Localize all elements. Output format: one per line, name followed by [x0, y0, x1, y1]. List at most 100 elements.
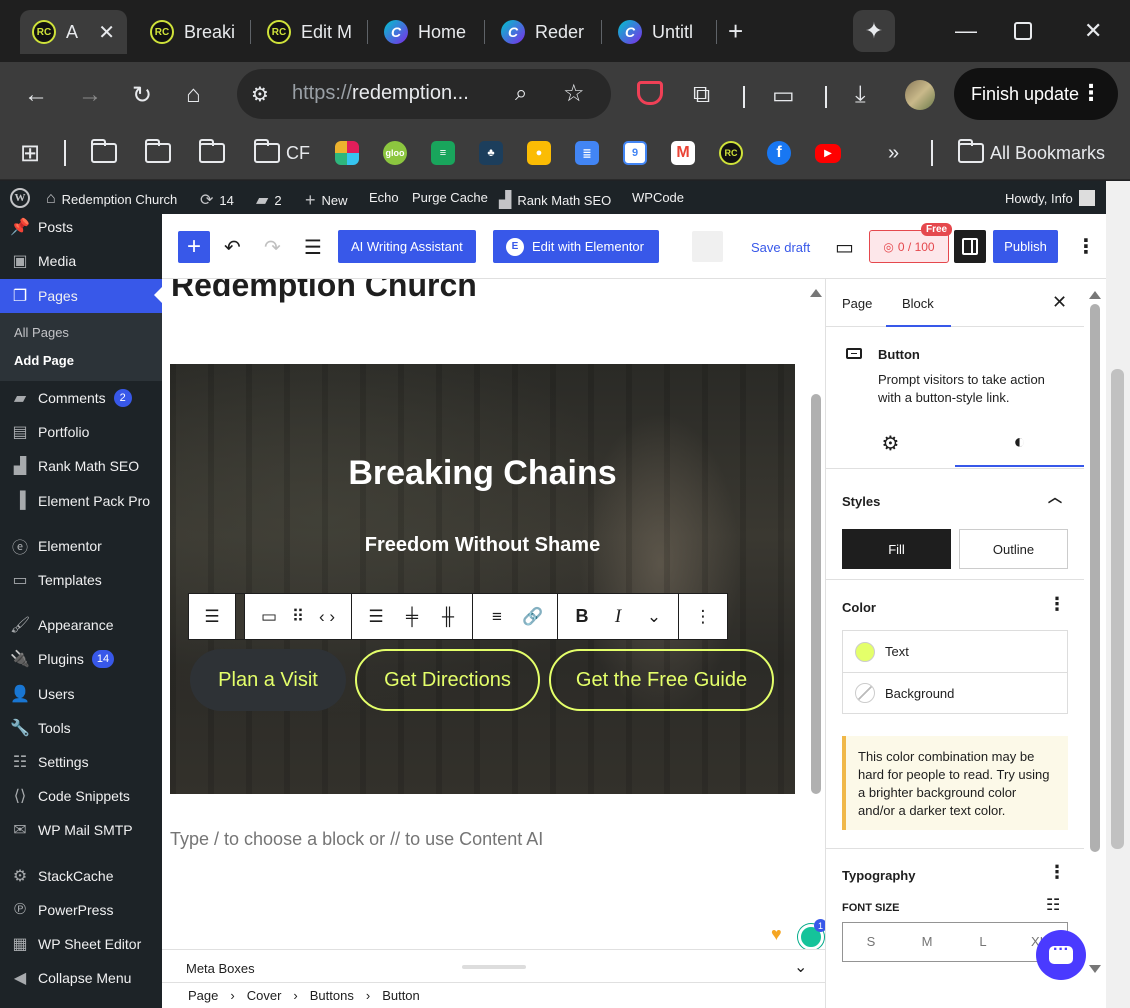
settings-gear-icon[interactable]: ⚙: [826, 431, 955, 456]
link-icon[interactable]: 🔗: [515, 594, 551, 639]
menu-stackcache[interactable]: ⚙ StackCache: [0, 860, 162, 892]
bookmark-folder[interactable]: [91, 138, 117, 168]
bold-icon[interactable]: B: [564, 594, 600, 639]
adminbar-purge-cache[interactable]: Purge Cache: [412, 190, 488, 205]
adminbar-updates[interactable]: ⟳ 14: [200, 190, 234, 210]
tab-block[interactable]: Block: [886, 296, 951, 327]
handshake-icon[interactable]: ♥: [771, 924, 782, 945]
chevron-up-icon[interactable]: ︿: [1048, 487, 1062, 507]
browser-tab[interactable]: C Home: [372, 10, 476, 54]
scroll-up-arrow-icon[interactable]: [810, 283, 822, 297]
resize-handle[interactable]: [462, 965, 526, 969]
download-icon[interactable]: ⤓: [855, 81, 866, 109]
bookmark-calendar[interactable]: 9: [623, 138, 647, 168]
redo-icon[interactable]: ↷: [264, 235, 281, 260]
edit-with-elementor-button[interactable]: E Edit with Elementor: [493, 230, 659, 263]
typography-options-kebab-icon[interactable]: ⋮: [1048, 862, 1066, 883]
submenu-add-page[interactable]: Add Page: [14, 353, 74, 368]
inspector-scrollbar[interactable]: [1084, 279, 1106, 1008]
drag-handle-icon[interactable]: ⠿: [287, 594, 309, 639]
bookmark-gloo[interactable]: gloo: [383, 138, 407, 168]
justify-center-icon[interactable]: ╪: [394, 594, 430, 639]
finish-update-button[interactable]: Finish update ⋮: [954, 68, 1118, 120]
adminbar-new[interactable]: + New: [305, 190, 348, 211]
more-bookmarks-chevron-icon[interactable]: »: [888, 138, 899, 168]
cover-heading[interactable]: Breaking Chains: [170, 454, 795, 493]
bookmark-tree[interactable]: ♣: [479, 138, 503, 168]
menu-posts[interactable]: 📌 Posts: [0, 211, 162, 243]
options-kebab-icon[interactable]: ⋮: [1076, 234, 1096, 259]
bookmark-youtube[interactable]: ▶: [815, 138, 841, 168]
page-title[interactable]: Redemption Church: [171, 279, 477, 304]
move-left-right-icon[interactable]: ‹ ›: [309, 594, 345, 639]
styles-title[interactable]: Styles: [842, 494, 880, 509]
chat-widget-button[interactable]: [1036, 930, 1086, 980]
page-scroll-thumb[interactable]: [1111, 369, 1124, 849]
scroll-down-arrow-icon[interactable]: [1089, 965, 1101, 979]
styles-half-circle-icon[interactable]: ◐: [955, 431, 1084, 467]
settings-sidebar-toggle[interactable]: [954, 230, 986, 263]
get-directions-button[interactable]: Get Directions: [355, 649, 540, 711]
italic-icon[interactable]: I: [600, 594, 636, 639]
pocket-icon[interactable]: [637, 81, 663, 105]
adminbar-site[interactable]: ⌂ Redemption Church: [46, 190, 177, 208]
menu-collapse[interactable]: ◀ Collapse Menu: [0, 962, 162, 994]
adminbar-echo[interactable]: Echo: [369, 190, 399, 205]
undo-icon[interactable]: ↶: [224, 235, 241, 260]
block-inserter-button[interactable]: +: [178, 231, 210, 263]
close-icon[interactable]: ✕: [1052, 292, 1067, 313]
custom-size-sliders-icon[interactable]: ☷: [1046, 895, 1060, 915]
publish-button[interactable]: Publish: [993, 230, 1058, 263]
menu-powerpress[interactable]: ℗ PowerPress: [0, 894, 162, 926]
canvas-scrollbar[interactable]: [808, 279, 825, 949]
font-size-l[interactable]: L: [955, 923, 1011, 961]
menu-tools[interactable]: 🔧 Tools: [0, 712, 162, 744]
menu-plugins[interactable]: 🔌 Plugins 14: [0, 643, 162, 675]
ai-writing-assistant-button[interactable]: AI Writing Assistant: [338, 230, 476, 263]
menu-comments[interactable]: ▰ Comments 2: [0, 382, 162, 414]
bookmark-folder-cf[interactable]: CF: [254, 138, 310, 168]
adminbar-howdy[interactable]: Howdy, Info: [1005, 190, 1095, 206]
reload-icon[interactable]: ↻: [132, 81, 152, 110]
browser-tab[interactable]: RC Breaki: [138, 10, 242, 54]
style-outline-button[interactable]: Outline: [959, 529, 1068, 569]
profile-avatar[interactable]: [905, 80, 935, 110]
font-size-s[interactable]: S: [843, 923, 899, 961]
breadcrumb-buttons[interactable]: Buttons: [310, 988, 354, 1003]
adminbar-comments[interactable]: ▰ 2: [256, 190, 282, 210]
menu-templates[interactable]: ▭ Templates: [0, 564, 162, 596]
block-appender-placeholder[interactable]: Type / to choose a block or // to use Co…: [170, 829, 543, 850]
menu-settings[interactable]: ☷ Settings: [0, 746, 162, 778]
menu-element-pack[interactable]: ▐ Element Pack Pro: [0, 485, 162, 517]
meta-boxes-panel[interactable]: Meta Boxes ⌄: [162, 949, 825, 982]
cover-subheading[interactable]: Freedom Without Shame: [170, 534, 795, 557]
menu-wp-mail-smtp[interactable]: ✉ WP Mail SMTP: [0, 814, 162, 846]
browser-tab[interactable]: C Untitl: [606, 10, 710, 54]
maximize-icon[interactable]: [1014, 22, 1032, 40]
page-scrollbar[interactable]: [1106, 181, 1130, 1008]
minimize-icon[interactable]: —: [955, 18, 977, 44]
menu-users[interactable]: 👤 Users: [0, 678, 162, 710]
menu-appearance[interactable]: 🖌 Appearance: [0, 609, 162, 641]
search-tabs-icon[interactable]: ▭: [772, 81, 795, 110]
forward-arrow-icon[interactable]: →: [78, 81, 102, 109]
scroll-up-arrow-icon[interactable]: [1089, 285, 1101, 299]
block-options-kebab-icon[interactable]: ⋮: [685, 594, 721, 639]
wp-logo[interactable]: W: [10, 188, 30, 208]
browser-tab[interactable]: RC Edit M: [255, 10, 359, 54]
breadcrumb-cover[interactable]: Cover: [247, 988, 282, 1003]
menu-wp-sheet-editor[interactable]: ▦ WP Sheet Editor: [0, 928, 162, 960]
home-icon[interactable]: ⌂: [186, 81, 201, 109]
bookmark-slack[interactable]: [335, 138, 359, 168]
adminbar-rank-math[interactable]: ▟ Rank Math SEO: [499, 190, 611, 210]
submenu-all-pages[interactable]: All Pages: [14, 325, 69, 340]
text-align-center-icon[interactable]: ≡: [479, 594, 515, 639]
bookmark-facebook[interactable]: f: [767, 138, 791, 168]
bookmark-folder[interactable]: [145, 138, 171, 168]
more-formats-chevron-icon[interactable]: ⌄: [636, 594, 672, 639]
align-vertical-icon[interactable]: ╫: [430, 594, 466, 639]
close-window-icon[interactable]: ✕: [1084, 18, 1102, 44]
zoom-icon[interactable]: ⌕: [515, 80, 527, 106]
preview-desktop-icon[interactable]: ▭: [835, 235, 854, 260]
bookmark-rc[interactable]: RC: [719, 138, 743, 168]
